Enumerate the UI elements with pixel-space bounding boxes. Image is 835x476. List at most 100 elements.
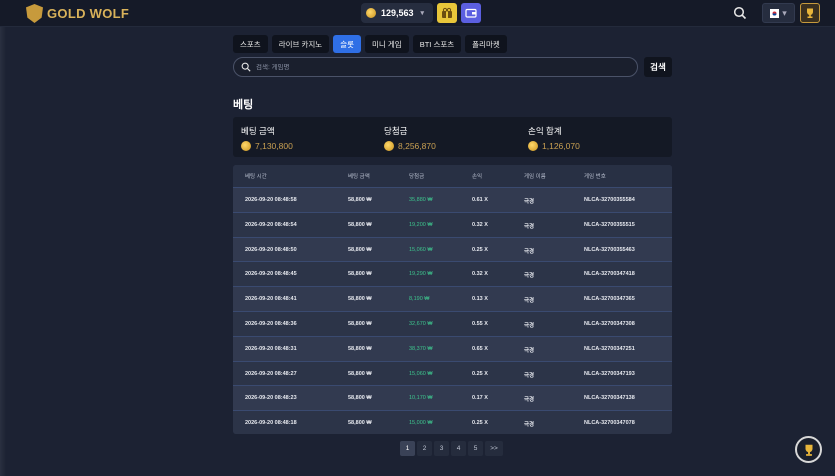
header-search-button[interactable]	[733, 6, 747, 20]
cell-game-number: NLCA-32700347365	[584, 296, 635, 303]
table-header: 베팅 시간 베팅 금액 당첨금 손익 게임 이름 게임 번호	[233, 165, 672, 187]
summary-value: 1,126,070	[528, 141, 580, 151]
page-button[interactable]: 5	[468, 441, 483, 456]
tab-live-casino[interactable]: 라이브 카지노	[271, 35, 330, 53]
summary-value: 7,130,800	[241, 141, 293, 151]
table-row[interactable]: 2026-09-20 08:48:23 58,800 ₩ 10,170 ₩ 0.17 …	[233, 385, 672, 411]
cell-win-amount: 15,060 ₩	[409, 370, 433, 377]
chevron-down-icon: ▾	[420, 10, 425, 17]
tab-slots[interactable]: 슬롯	[333, 35, 361, 53]
page-button[interactable]: 3	[434, 441, 449, 456]
cell-game-number: NLCA-32700355515	[584, 221, 635, 228]
bet-history-table: 베팅 시간 베팅 금액 당첨금 손익 게임 이름 게임 번호 2026-09-2…	[233, 165, 672, 434]
cell-game-name: 극경	[524, 273, 535, 280]
cell-profit-multiplier: 0.65 X	[472, 345, 488, 352]
table-row[interactable]: 2026-09-20 08:48:45 58,800 ₩ 19,290 ₩ 0.32 …	[233, 261, 672, 287]
cell-profit-multiplier: 0.32 X	[472, 271, 488, 278]
language-selector[interactable]: ▾	[762, 3, 795, 23]
coin-icon	[384, 141, 394, 151]
wolf-shield-icon	[26, 4, 43, 23]
table-row[interactable]: 2026-09-20 08:48:27 58,800 ₩ 15,060 ₩ 0.25 …	[233, 360, 672, 386]
cell-bet-amount: 58,800 ₩	[348, 420, 372, 427]
cell-game-name: 극경	[524, 397, 535, 404]
trophy-icon	[807, 8, 813, 18]
cell-game-name: 극경	[524, 347, 535, 354]
table-row[interactable]: 2026-09-20 08:48:41 58,800 ₩ 8,190 ₩ 0.13 X…	[233, 286, 672, 311]
search-button[interactable]: 검색	[644, 57, 672, 77]
rewards-button[interactable]	[437, 3, 457, 23]
page-button[interactable]: 1	[400, 441, 415, 456]
gift-icon	[442, 7, 452, 18]
summary-label: 베팅 금액	[241, 126, 275, 136]
cell-game-name: 극경	[524, 372, 535, 379]
summary-winnings: 당첨금 8,256,870	[384, 125, 436, 151]
cell-profit-multiplier: 0.25 X	[472, 246, 488, 253]
cell-win-amount: 19,290 ₩	[409, 271, 433, 278]
tab-bti-sports[interactable]: BTI 스포츠	[412, 35, 462, 53]
tab-sports[interactable]: 스포츠	[233, 35, 268, 53]
column-header: 게임 번호	[584, 174, 606, 180]
table-row[interactable]: 2026-09-20 08:48:18 58,800 ₩ 15,000 ₩ 0.25 …	[233, 410, 672, 434]
cell-game-name: 극경	[524, 199, 535, 205]
tab-mini-games[interactable]: 미니 게임	[365, 35, 409, 53]
column-header: 게임 이름	[524, 174, 546, 180]
trophy-icon	[805, 444, 812, 456]
summary-profit-loss: 손익 합계 1,126,070	[528, 125, 580, 151]
summary-label: 당첨금	[384, 126, 408, 136]
cell-game-number: NLCA-32700347138	[584, 395, 635, 402]
cell-profit-multiplier: 0.25 X	[472, 420, 488, 427]
cell-bet-time: 2026-09-20 08:48:18	[245, 420, 297, 427]
column-header: 당첨금	[409, 174, 425, 180]
search-input[interactable]	[256, 63, 596, 71]
cell-bet-time: 2026-09-20 08:48:36	[245, 320, 297, 327]
table-body: 2026-09-20 08:48:58 58,800 ₩ 35,880 ₩ 0.61 …	[233, 187, 672, 434]
column-header: 베팅 금액	[348, 174, 370, 180]
cell-game-name: 극경	[524, 223, 535, 230]
table-row[interactable]: 2026-09-20 08:48:58 58,800 ₩ 35,880 ₩ 0.61 …	[233, 187, 672, 212]
cell-game-name: 극경	[524, 322, 535, 329]
cell-bet-amount: 58,800 ₩	[348, 246, 372, 253]
tab-polymarket[interactable]: 폴리마켓	[465, 35, 507, 53]
brand-logo[interactable]: GOLD WOLF	[26, 4, 129, 23]
cell-game-number: NLCA-32700347251	[584, 345, 635, 352]
cell-win-amount: 10,170 ₩	[409, 395, 433, 402]
balance-dropdown[interactable]: 129,563 ▾	[361, 3, 433, 23]
cell-game-name: 극경	[524, 422, 535, 429]
cell-profit-multiplier: 0.25 X	[472, 370, 488, 377]
search-icon	[733, 6, 747, 20]
korea-flag-icon	[770, 8, 780, 18]
page-button[interactable]: 2	[417, 441, 432, 456]
summary-bet-amount: 베팅 금액 7,130,800	[241, 125, 293, 151]
top-navigation-bar: GOLD WOLF 129,563 ▾ ▾	[0, 0, 835, 27]
column-header: 손익	[472, 174, 483, 180]
table-row[interactable]: 2026-09-20 08:48:54 58,800 ₩ 19,200 ₩ 0.32 …	[233, 211, 672, 237]
bet-summary-panel: 베팅 금액 7,130,800 당첨금 8,256,870 손익 합계 1,12…	[233, 117, 672, 157]
cell-profit-multiplier: 0.13 X	[472, 296, 488, 303]
trophy-floating-button[interactable]	[795, 436, 822, 463]
summary-amount: 7,130,800	[255, 141, 293, 151]
cell-bet-time: 2026-09-20 08:48:27	[245, 370, 297, 377]
search-field	[233, 57, 638, 77]
table-row[interactable]: 2026-09-20 08:48:36 58,800 ₩ 32,670 ₩ 0.55 …	[233, 310, 672, 336]
game-category-tabs: 스포츠 라이브 카지노 슬롯 미니 게임 BTI 스포츠 폴리마켓	[233, 35, 507, 53]
table-row[interactable]: 2026-09-20 08:48:31 58,800 ₩ 38,370 ₩ 0.65 …	[233, 335, 672, 361]
next-page-button[interactable]: >>	[485, 441, 503, 456]
cell-bet-time: 2026-09-20 08:48:41	[245, 296, 297, 303]
cell-bet-amount: 58,800 ₩	[348, 345, 372, 352]
cell-win-amount: 8,190 ₩	[409, 296, 430, 303]
cell-game-name: 극경	[524, 248, 535, 255]
summary-amount: 8,256,870	[398, 141, 436, 151]
page-button[interactable]: 4	[451, 441, 466, 456]
coin-icon	[241, 141, 251, 151]
cell-game-number: NLCA-32700347308	[584, 320, 635, 327]
wallet-button[interactable]	[461, 3, 481, 23]
cell-bet-amount: 58,800 ₩	[348, 370, 372, 377]
cell-game-name: 극경	[524, 298, 535, 305]
table-row[interactable]: 2026-09-20 08:48:50 58,800 ₩ 15,060 ₩ 0.25 …	[233, 236, 672, 262]
brand-name: GOLD WOLF	[47, 6, 130, 21]
left-edge-shadow	[0, 27, 6, 476]
cell-game-number: NLCA-32700355584	[584, 197, 635, 203]
trophy-button[interactable]	[800, 3, 820, 23]
cell-bet-time: 2026-09-20 08:48:50	[245, 246, 297, 253]
cell-win-amount: 32,670 ₩	[409, 320, 433, 327]
